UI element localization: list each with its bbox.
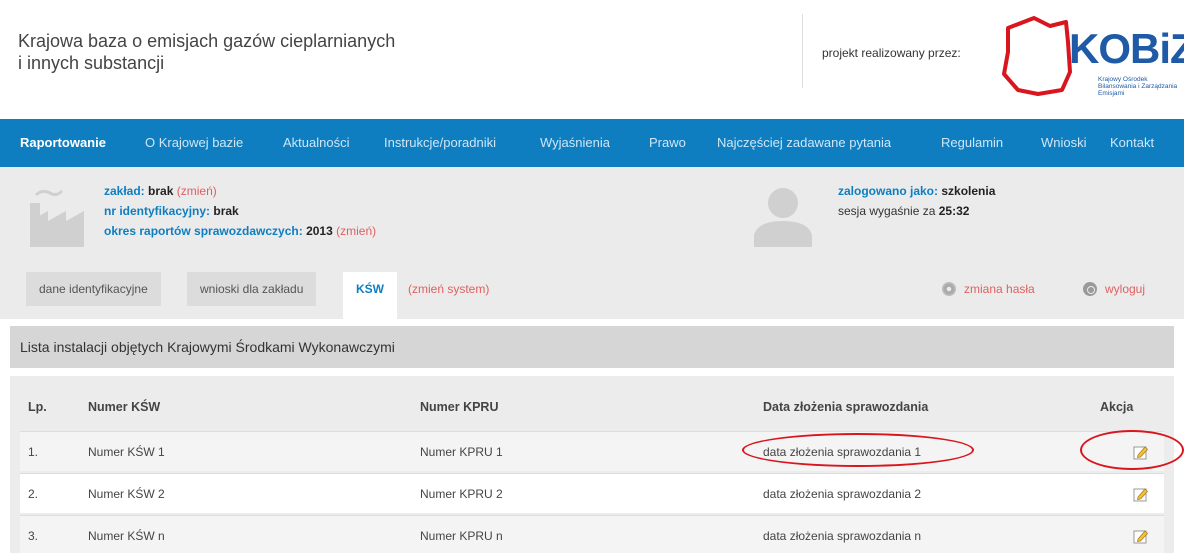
annotation-ellipse-action bbox=[1080, 430, 1184, 470]
list-title: Lista instalacji objętych Krajowymi Środ… bbox=[20, 339, 395, 355]
factory-icon bbox=[30, 189, 84, 247]
table-header-row: Lp. Numer KŚW Numer KPRU Data złożenia s… bbox=[20, 387, 1164, 427]
project-label: projekt realizowany przez: bbox=[822, 46, 961, 60]
change-password-label: zmiana hasła bbox=[964, 282, 1035, 296]
main-nav: Raportowanie O Krajowej bazie Aktualnośc… bbox=[0, 119, 1184, 167]
nr-value: brak bbox=[213, 204, 239, 218]
nav-prawo[interactable]: Prawo bbox=[649, 119, 686, 167]
change-okres-link[interactable]: (zmień) bbox=[336, 224, 376, 238]
zaklad-value: brak bbox=[148, 184, 174, 198]
site-title: Krajowa baza o emisjach gazów cieplarnia… bbox=[18, 30, 518, 74]
edit-icon[interactable] bbox=[1133, 528, 1149, 544]
nav-aktualnosci[interactable]: Aktualności bbox=[283, 119, 349, 167]
row-lp: 1. bbox=[28, 445, 39, 459]
site-header: Krajowa baza o emisjach gazów cieplarnia… bbox=[0, 0, 1184, 118]
nav-wyjasnienia[interactable]: Wyjaśnienia bbox=[540, 119, 610, 167]
change-system-link[interactable]: (zmień system) bbox=[408, 272, 489, 306]
nav-instrukcje[interactable]: Instrukcje/poradniki bbox=[384, 119, 496, 167]
logo-subtext: Krajowy Ośrodek Bilansowania i Zarządzan… bbox=[1098, 76, 1178, 97]
col-numer-kpru: Numer KPRU bbox=[420, 400, 499, 414]
col-akcja: Akcja bbox=[1100, 400, 1134, 414]
kobize-logo[interactable]: KOBiZE Krajowy Ośrodek Bilansowania i Za… bbox=[998, 12, 1184, 98]
row-ksw: Numer KŚW n bbox=[88, 529, 165, 543]
facility-info: zakład: brak (zmień) nr identyfikacyjny:… bbox=[104, 181, 376, 241]
col-data-zlozenia: Data złożenia sprawozdania bbox=[763, 400, 929, 414]
row-data: data złożenia sprawozdania n bbox=[763, 529, 922, 543]
list-header: Lista instalacji objętych Krajowymi Środ… bbox=[10, 326, 1174, 368]
change-password-link[interactable]: zmiana hasła bbox=[942, 272, 1035, 306]
nav-kontakt[interactable]: Kontakt bbox=[1110, 119, 1154, 167]
logo-text: KOBiZE bbox=[1069, 25, 1184, 72]
user-info: zalogowano jako: szkolenia sesja wygaśni… bbox=[838, 181, 995, 221]
user-value: szkolenia bbox=[941, 184, 996, 198]
session-label: sesja wygaśnie za bbox=[838, 204, 936, 218]
okres-value: 2013 bbox=[306, 224, 333, 238]
table-row: 2. Numer KŚW 2 Numer KPRU 2 data złożeni… bbox=[20, 473, 1164, 513]
nav-raportowanie[interactable]: Raportowanie bbox=[20, 119, 106, 167]
logout-link[interactable]: wyloguj bbox=[1083, 272, 1145, 306]
session-timer: 25:32 bbox=[938, 204, 970, 218]
table-row: 1. Numer KŚW 1 Numer KPRU 1 data złożeni… bbox=[20, 431, 1164, 471]
installations-table: Lp. Numer KŚW Numer KPRU Data złożenia s… bbox=[10, 376, 1174, 553]
power-icon bbox=[1083, 282, 1097, 296]
tab-dane-identyfikacyjne[interactable]: dane identyfikacyjne bbox=[26, 272, 161, 306]
site-title-line2: i innych substancji bbox=[18, 53, 165, 73]
row-kpru: Numer KPRU 2 bbox=[420, 487, 503, 501]
zaklad-label: zakład: bbox=[104, 184, 145, 198]
okres-label: okres raportów sprawozdawczych: bbox=[104, 224, 303, 238]
nav-o-krajowej-bazie[interactable]: O Krajowej bazie bbox=[145, 119, 243, 167]
nav-wnioski[interactable]: Wnioski bbox=[1041, 119, 1087, 167]
row-kpru: Numer KPRU n bbox=[420, 529, 503, 543]
col-numer-ksw: Numer KŚW bbox=[88, 400, 161, 414]
site-title-line1: Krajowa baza o emisjach gazów cieplarnia… bbox=[18, 31, 396, 51]
context-panel: zakład: brak (zmień) nr identyfikacyjny:… bbox=[0, 167, 1184, 319]
user-label: zalogowano jako: bbox=[838, 184, 939, 198]
row-lp: 3. bbox=[28, 529, 39, 543]
row-kpru: Numer KPRU 1 bbox=[420, 445, 503, 459]
change-zaklad-link[interactable]: (zmień) bbox=[177, 184, 217, 198]
gear-icon bbox=[942, 282, 956, 296]
avatar-icon bbox=[754, 188, 812, 247]
row-lp: 2. bbox=[28, 487, 39, 501]
row-ksw: Numer KŚW 1 bbox=[88, 445, 165, 459]
nav-regulamin[interactable]: Regulamin bbox=[941, 119, 1003, 167]
logout-label: wyloguj bbox=[1105, 282, 1146, 296]
header-divider bbox=[802, 14, 803, 88]
tab-wnioski-dla-zakladu[interactable]: wnioski dla zakładu bbox=[187, 272, 317, 306]
row-ksw: Numer KŚW 2 bbox=[88, 487, 165, 501]
nav-faq[interactable]: Najczęściej zadawane pytania bbox=[717, 119, 891, 167]
row-data: data złożenia sprawozdania 2 bbox=[763, 487, 922, 501]
edit-icon[interactable] bbox=[1133, 486, 1149, 502]
nr-label: nr identyfikacyjny: bbox=[104, 204, 211, 218]
col-lp: Lp. bbox=[28, 400, 47, 414]
annotation-ellipse-date bbox=[742, 433, 974, 467]
table-row: 3. Numer KŚW n Numer KPRU n data złożeni… bbox=[20, 515, 1164, 553]
tab-ksw[interactable]: KŚW bbox=[343, 272, 397, 319]
